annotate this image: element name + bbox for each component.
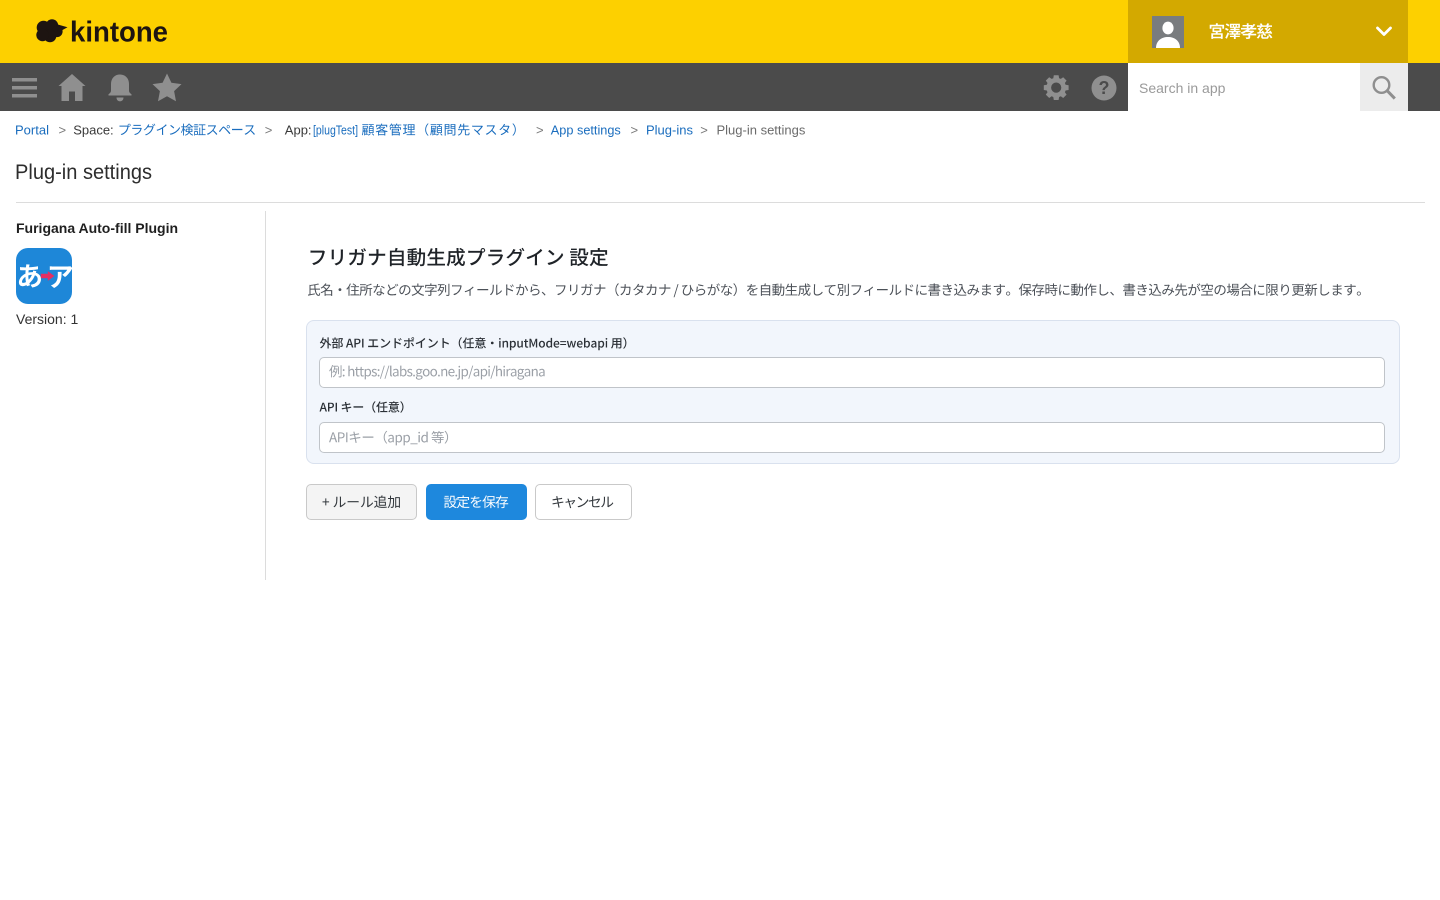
svg-text:>: >: [265, 123, 273, 138]
svg-text:>: >: [59, 123, 67, 138]
svg-text:[plugTest]: [plugTest]: [313, 123, 358, 138]
svg-text:Space:: Space:: [73, 123, 113, 138]
svg-text:App settings: App settings: [551, 123, 621, 138]
svg-text:>: >: [631, 123, 639, 138]
svg-text:Plug-in settings: Plug-in settings: [717, 123, 806, 138]
svg-text:Furigana Auto-fill Plugin: Furigana Auto-fill Plugin: [16, 220, 178, 236]
svg-text:App:: App:: [285, 123, 312, 138]
svg-text:Portal: Portal: [15, 123, 49, 138]
svg-text:>: >: [536, 123, 544, 138]
svg-text:>: >: [700, 123, 708, 138]
svg-text:Plug-in settings: Plug-in settings: [15, 160, 152, 184]
svg-text:Plug-ins: Plug-ins: [646, 123, 693, 138]
svg-text:Version: 1: Version: 1: [16, 311, 78, 327]
